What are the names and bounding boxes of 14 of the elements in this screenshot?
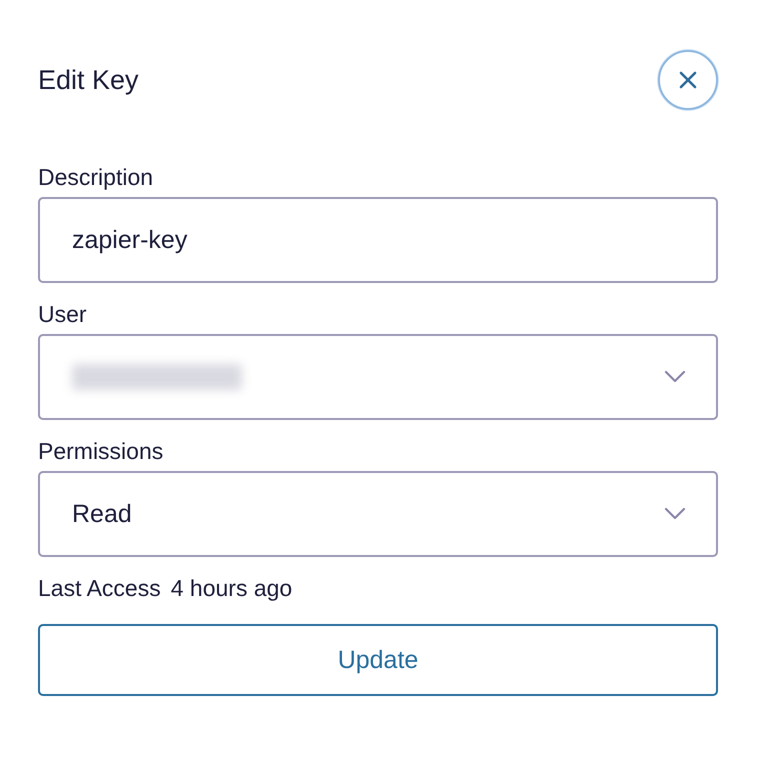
close-button[interactable] — [658, 50, 718, 110]
field-label: Description — [38, 164, 154, 191]
chevron-down-icon — [664, 370, 686, 384]
close-icon — [678, 70, 698, 90]
last-access-value: 4 hours ago — [170, 575, 292, 602]
last-access-label: Last Access — [38, 575, 161, 602]
input-field[interactable]: zapier-key — [38, 197, 718, 283]
chevron-down-icon — [664, 507, 686, 521]
update-button[interactable]: Update — [38, 624, 718, 696]
panel-title: Edit Key — [38, 64, 139, 96]
field-label: User — [38, 301, 88, 328]
field-label: Permissions — [38, 438, 164, 465]
dropdown-field[interactable]: Read — [38, 471, 718, 557]
dropdown-field[interactable] — [38, 334, 718, 420]
